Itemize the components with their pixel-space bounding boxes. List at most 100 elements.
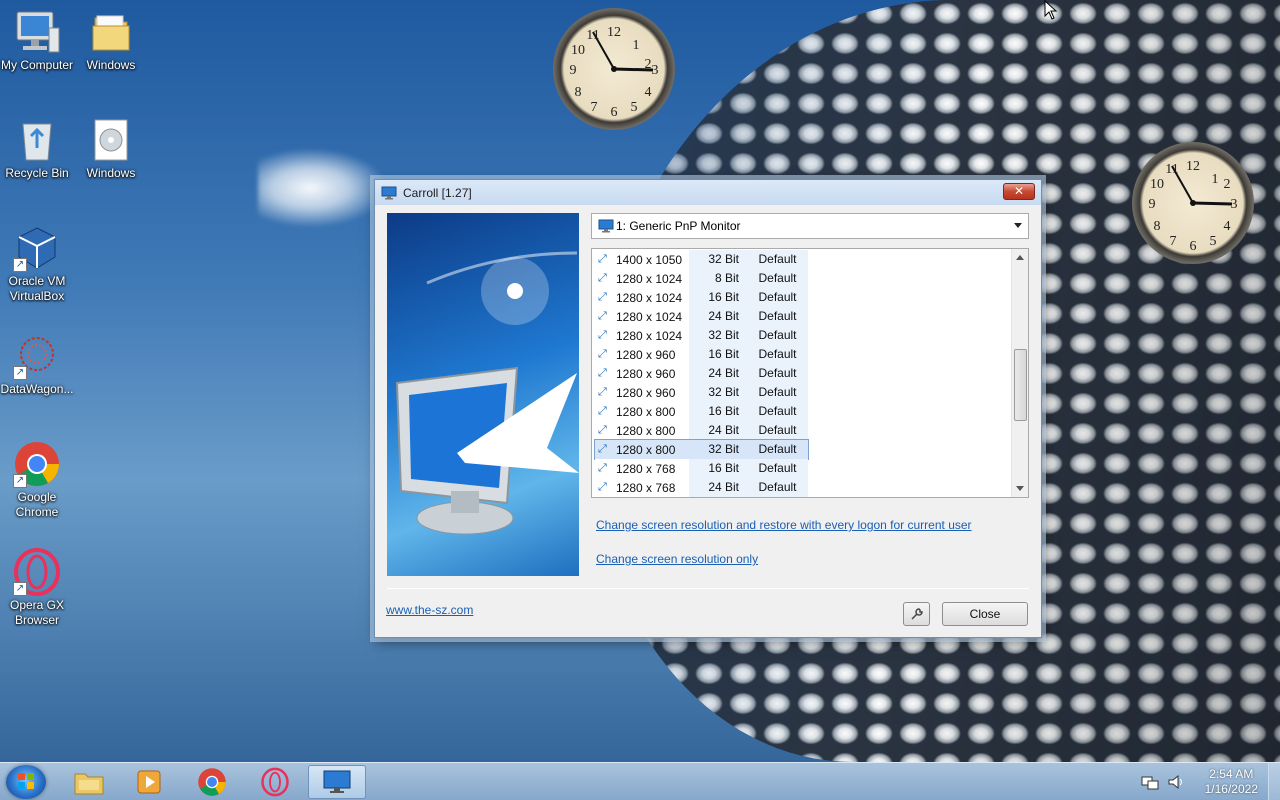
desktop-icon-virtualbox[interactable]: ↗ Oracle VM VirtualBox [0,224,74,304]
settings-button[interactable] [903,602,930,626]
resolution-row[interactable]: ⤢ 1280 x 960 32 Bit Default [595,383,808,402]
resolution-cell: ⤢ 1280 x 800 [595,402,689,421]
resize-icon: ⤢ [598,367,607,379]
folder-icon [87,8,135,56]
svg-text:12: 12 [607,25,621,40]
svg-text:5: 5 [631,100,638,115]
frequency-cell: Default [747,345,808,364]
clock-gadget[interactable]: 12 1 2 345 678 9 10 11 [553,8,675,130]
resolution-row[interactable]: ⤢ 1400 x 1050 32 Bit Default [595,250,808,269]
svg-text:9: 9 [570,63,577,78]
color-depth-cell: 24 Bit [689,478,747,497]
banner-image [387,213,579,576]
resolution-cell: ⤢ 1280 x 800 [595,440,689,459]
desktop-icon-label: Opera GX Browser [9,598,65,627]
desktop-icon-my-computer[interactable]: My Computer [0,8,74,73]
resolution-text: 1280 x 800 [616,423,676,438]
resize-icon: ⤢ [598,348,607,360]
taskbar-explorer[interactable] [60,765,118,799]
desktop-icon-windows-folder[interactable]: Windows [74,8,148,73]
desktop-icon-label: Recycle Bin [5,166,69,180]
resolution-row[interactable]: ⤢ 1280 x 960 24 Bit Default [595,364,808,383]
resolution-row[interactable]: ⤢ 1280 x 768 24 Bit Default [595,478,808,497]
desktop-icon-datawagon[interactable]: ↗ DataWagon... [0,332,74,397]
website-link[interactable]: www.the-sz.com [386,603,473,617]
resolution-row[interactable]: ⤢ 1280 x 960 16 Bit Default [595,345,808,364]
desktop-icon-recycle-bin[interactable]: Recycle Bin [0,116,74,181]
scroll-up-arrow-icon[interactable] [1016,255,1024,260]
resolution-cell: ⤢ 1280 x 960 [595,345,689,364]
resize-icon: ⤢ [598,272,607,284]
start-button[interactable] [6,765,46,799]
svg-text:6: 6 [611,105,618,120]
network-icon[interactable] [1141,774,1159,790]
taskbar-carroll[interactable] [308,765,366,799]
volume-icon[interactable] [1167,774,1185,790]
resolution-cell: ⤢ 1280 x 1024 [595,326,689,345]
clock-gadget[interactable]: 12 1 2 345 678 9 10 11 [1132,142,1254,264]
svg-text:8: 8 [1154,219,1161,234]
monitor-dropdown[interactable]: 1: Generic PnP Monitor [591,213,1029,239]
resolution-row[interactable]: ⤢ 1280 x 800 16 Bit Default [595,402,808,421]
dialog-titlebar[interactable]: Carroll [1.27] [375,180,1041,205]
color-depth-cell: 32 Bit [689,326,747,345]
resolution-text: 1280 x 800 [616,404,676,419]
taskbar-media-player[interactable] [120,765,178,799]
resolution-text: 1280 x 1024 [616,290,683,305]
svg-text:1: 1 [633,38,640,53]
desktop-icon-opera-gx[interactable]: ↗ Opera GX Browser [0,548,74,628]
list-scrollbar[interactable] [1011,249,1028,497]
shortcut-arrow-icon: ↗ [13,582,27,596]
frequency-cell: Default [747,440,808,459]
taskbar-date: 1/16/2022 [1204,782,1258,796]
desktop-icon-label: Oracle VM VirtualBox [8,274,66,303]
taskbar-clock[interactable]: 2:54 AM 1/16/2022 [1205,767,1258,797]
close-button[interactable]: Close [942,602,1028,626]
color-depth-cell: 24 Bit [689,364,747,383]
color-depth-cell: 16 Bit [689,288,747,307]
resize-icon: ⤢ [598,291,607,303]
color-depth-cell: 16 Bit [689,345,747,364]
taskbar-chrome[interactable] [183,765,241,799]
resolution-cell: ⤢ 1280 x 1024 [595,269,689,288]
scrollbar-thumb[interactable] [1014,349,1027,421]
desktop-icon-label: Google Chrome [15,490,59,519]
resolution-row[interactable]: ⤢ 1280 x 800 32 Bit Default [594,439,809,460]
frequency-cell: Default [747,307,808,326]
opera-gx-icon [261,767,289,797]
svg-text:5: 5 [1210,234,1217,249]
resolution-row[interactable]: ⤢ 1280 x 800 24 Bit Default [595,421,808,440]
desktop-icon-google-chrome[interactable]: ↗ Google Chrome [0,440,74,520]
resolution-row[interactable]: ⤢ 1280 x 1024 24 Bit Default [595,307,808,326]
svg-text:8: 8 [575,85,582,100]
resolution-row[interactable]: ⤢ 1280 x 768 16 Bit Default [595,459,808,478]
resize-icon: ⤢ [598,386,607,398]
resolution-cell: ⤢ 1280 x 800 [595,421,689,440]
taskbar: 2:54 AM 1/16/2022 [0,762,1280,800]
resolution-row[interactable]: ⤢ 1280 x 1024 8 Bit Default [595,269,808,288]
resolution-row[interactable]: ⤢ 1280 x 1024 16 Bit Default [595,288,808,307]
resolution-text: 1280 x 768 [616,480,676,495]
resolution-list[interactable]: ⤢ 1400 x 1050 32 Bit Default ⤢ 1280 x 1024 8 B… [591,248,1029,498]
resolution-cell: ⤢ 1400 x 1050 [595,250,689,269]
scroll-down-arrow-icon[interactable] [1016,486,1024,491]
taskbar-time: 2:54 AM [1209,767,1254,781]
desktop-icon-windows-disc[interactable]: Windows [74,116,148,181]
show-desktop-button[interactable] [1268,763,1280,800]
folder-icon [74,773,104,795]
shortcut-arrow-icon: ↗ [13,366,27,380]
datawagon-icon: ↗ [13,332,61,380]
resize-icon: ⤢ [598,329,607,341]
wrench-icon [910,608,923,620]
svg-text:10: 10 [571,43,585,58]
taskbar-opera-gx[interactable] [246,765,304,799]
resize-icon: ⤢ [598,424,607,436]
resolution-row[interactable]: ⤢ 1280 x 1024 32 Bit Default [595,326,808,345]
shortcut-arrow-icon: ↗ [13,474,27,488]
monitor-icon [323,770,351,793]
virtualbox-icon: ↗ [13,224,61,272]
shortcut-arrow-icon: ↗ [13,258,27,272]
titlebar-close-button[interactable]: ✕ [1003,183,1035,200]
change-resolution-only-link[interactable]: Change screen resolution only [596,552,758,566]
change-resolution-restore-link[interactable]: Change screen resolution and restore wit… [596,518,972,532]
